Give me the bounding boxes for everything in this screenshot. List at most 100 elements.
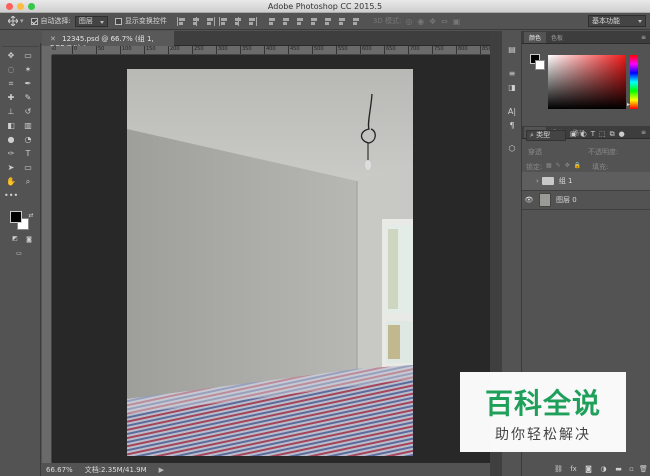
- ruler-origin[interactable]: [42, 46, 52, 55]
- blur-tool-icon[interactable]: ●: [4, 133, 18, 146]
- distribute-bottom-icon[interactable]: [295, 17, 305, 26]
- vertical-ruler[interactable]: [42, 55, 52, 463]
- toolbar-grip[interactable]: [2, 43, 39, 47]
- lock-transparent-icon[interactable]: ▦: [546, 162, 552, 169]
- filter-smart-object-icon[interactable]: ⧉: [610, 130, 615, 139]
- path-selection-tool-icon[interactable]: ➤: [4, 161, 18, 174]
- auto-select-label: 自动选择:: [40, 17, 71, 25]
- filter-toggle-icon[interactable]: ●: [619, 130, 625, 139]
- gradient-tool-icon[interactable]: ▥: [21, 119, 35, 132]
- healing-brush-tool-icon[interactable]: ✚: [4, 91, 18, 104]
- panel-menu-icon[interactable]: ≡: [641, 34, 646, 41]
- paragraph-panel-icon[interactable]: ¶: [506, 121, 518, 133]
- auto-align-icon[interactable]: [351, 17, 361, 26]
- eyedropper-tool-icon[interactable]: ✒: [21, 77, 35, 90]
- distribute-left-icon[interactable]: [309, 17, 319, 26]
- layer-filter-dropdown[interactable]: ⌕ 类型: [526, 130, 566, 141]
- dodge-tool-icon[interactable]: ◔: [21, 133, 35, 146]
- history-panel-icon[interactable]: ▤: [506, 45, 518, 57]
- blend-mode-dropdown[interactable]: 穿透: [526, 147, 584, 157]
- new-layer-icon[interactable]: ▫: [627, 465, 636, 474]
- watermark-subtitle: 助你轻松解决: [495, 427, 591, 443]
- eye-icon[interactable]: 👁: [522, 196, 536, 204]
- zoom-tool-icon[interactable]: ⌕: [21, 175, 35, 188]
- history-brush-tool-icon[interactable]: ↺: [21, 105, 35, 118]
- color-panel-background-swatch[interactable]: [535, 60, 545, 70]
- align-top-icon[interactable]: [176, 16, 187, 26]
- lasso-tool-icon[interactable]: ◌: [4, 63, 18, 76]
- 3d-panel-icon[interactable]: ⬡: [506, 144, 518, 156]
- eraser-tool-icon[interactable]: ◧: [4, 119, 18, 132]
- more-tools-icon[interactable]: •••: [4, 189, 18, 202]
- filter-pixel-icon[interactable]: ▣: [570, 130, 577, 139]
- layer-mask-icon[interactable]: ◙: [584, 465, 593, 474]
- align-hcenter-icon[interactable]: [233, 16, 243, 26]
- align-right-icon[interactable]: [247, 16, 257, 26]
- ruler-tick-label: 750: [432, 46, 444, 54]
- rectangle-tool-icon[interactable]: ▭: [21, 161, 35, 174]
- link-layers-icon[interactable]: ⛓: [554, 465, 563, 474]
- crop-tool-icon[interactable]: ⌗: [4, 77, 18, 90]
- properties-panel-icon[interactable]: ◨: [506, 83, 518, 95]
- distribute-top-icon[interactable]: [267, 17, 277, 26]
- horizontal-ruler[interactable]: 5005010015020025030035040045050055060065…: [52, 46, 490, 55]
- 3d-pan-icon[interactable]: ✥: [429, 17, 436, 26]
- ruler-tick-label: 550: [336, 46, 348, 54]
- document-image[interactable]: [127, 69, 413, 456]
- adjustment-layer-icon[interactable]: ◑: [599, 465, 608, 474]
- workspace-dropdown[interactable]: 基本功能: [588, 15, 646, 27]
- auto-select-dropdown[interactable]: 图层: [74, 13, 108, 30]
- document-tab[interactable]: ✕ 12345.psd @ 66.7% (组 1, RGB/8#) *: [42, 31, 174, 52]
- lock-position-icon[interactable]: ✥: [565, 162, 570, 169]
- distribute-right-icon[interactable]: [337, 17, 347, 26]
- move-tool-icon[interactable]: ✥: [4, 49, 18, 62]
- layer-row-image[interactable]: 👁 图层 0: [522, 191, 650, 210]
- color-field[interactable]: [548, 55, 626, 109]
- tab-color[interactable]: 颜色: [524, 32, 547, 43]
- align-vcenter-icon[interactable]: [191, 16, 201, 26]
- align-left-icon[interactable]: [218, 16, 229, 26]
- distribute-vcenter-icon[interactable]: [281, 17, 291, 26]
- align-bottom-icon[interactable]: [205, 16, 215, 26]
- auto-select-checkbox[interactable]: 自动选择:: [28, 13, 71, 30]
- new-group-icon[interactable]: ▬: [614, 465, 623, 474]
- brush-tool-icon[interactable]: ✎: [21, 91, 35, 104]
- move-tool-preset-picker[interactable]: ▾: [8, 13, 24, 30]
- chevron-right-icon[interactable]: ›: [536, 177, 539, 185]
- hue-slider[interactable]: [630, 55, 638, 109]
- hue-slider-handle-icon[interactable]: ▸: [627, 101, 630, 108]
- 3d-slide-icon[interactable]: ⇔: [441, 17, 448, 26]
- default-colors-icon[interactable]: ◩: [8, 232, 22, 245]
- type-tool-icon[interactable]: T: [21, 147, 35, 160]
- distribute-hcenter-icon[interactable]: [323, 17, 333, 26]
- close-tab-icon[interactable]: ✕: [50, 35, 56, 43]
- 3d-scale-icon[interactable]: ▣: [453, 17, 461, 26]
- lock-all-icon[interactable]: 🔒: [574, 162, 581, 169]
- lock-image-icon[interactable]: ✎: [556, 162, 561, 169]
- filter-type-icon[interactable]: T: [591, 130, 595, 139]
- filter-shape-icon[interactable]: ⬚: [599, 130, 606, 139]
- hand-tool-icon[interactable]: ✋: [4, 175, 18, 188]
- swap-colors-icon[interactable]: ⇄: [24, 209, 38, 222]
- pen-tool-icon[interactable]: ✑: [4, 147, 18, 160]
- character-panel-icon[interactable]: A|: [506, 107, 518, 119]
- quick-mask-icon[interactable]: ◙: [22, 233, 36, 246]
- tab-swatches[interactable]: 色板: [546, 32, 568, 43]
- layers-panel-menu-icon[interactable]: ≡: [641, 129, 646, 136]
- artboard-tool-icon[interactable]: ▭: [21, 49, 35, 62]
- 3d-orbit-icon[interactable]: ◎: [405, 17, 412, 26]
- status-menu-arrow-icon[interactable]: ▶: [159, 466, 164, 474]
- layer-style-icon[interactable]: fx: [569, 465, 578, 474]
- show-transform-checkbox[interactable]: 显示变换控件: [112, 13, 167, 30]
- clone-stamp-tool-icon[interactable]: ⊥: [4, 105, 18, 118]
- screen-mode-icon[interactable]: ▭: [12, 247, 26, 260]
- document-size: 文档:2.35M/41.9M: [84, 465, 147, 474]
- 3d-roll-icon[interactable]: ◉: [417, 17, 424, 26]
- magic-wand-tool-icon[interactable]: ✶: [21, 63, 35, 76]
- trash-icon[interactable]: 🗑: [639, 465, 648, 474]
- adjustments-panel-icon[interactable]: ≡: [506, 69, 518, 81]
- zoom-level[interactable]: 66.67%: [46, 466, 73, 474]
- layer-row-group[interactable]: › 组 1: [522, 172, 650, 191]
- foreground-color-swatch[interactable]: [10, 211, 22, 223]
- filter-adjustment-icon[interactable]: ◐: [581, 130, 587, 139]
